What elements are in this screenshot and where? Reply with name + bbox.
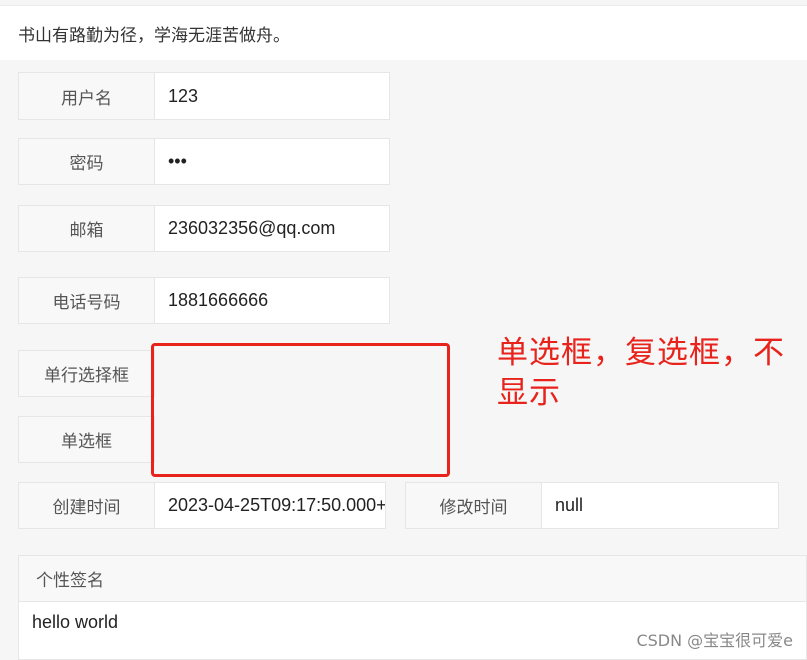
- motto-text: 书山有路勤为径，学海无涯苦做舟。: [18, 26, 290, 46]
- bio-title: 个性签名: [19, 556, 806, 602]
- radio-label: 单选框: [18, 416, 155, 463]
- created-time-field[interactable]: 2023-04-25T09:17:50.000+0: [154, 482, 386, 529]
- username-label: 用户名: [18, 72, 155, 120]
- username-field[interactable]: 123: [154, 72, 390, 120]
- created-time-label: 创建时间: [18, 482, 155, 529]
- phone-label: 电话号码: [18, 277, 155, 324]
- select-label: 单行选择框: [18, 350, 155, 397]
- modified-time-field[interactable]: null: [541, 482, 779, 529]
- watermark: CSDN @宝宝很可爱e: [636, 631, 793, 650]
- annotation-text: 单选框，复选框，不显示: [497, 335, 785, 411]
- password-label: 密码: [18, 138, 155, 185]
- annotation-highlight-box: [151, 343, 450, 477]
- phone-field[interactable]: 1881666666: [154, 277, 390, 324]
- password-field[interactable]: •••: [154, 138, 390, 185]
- top-bar: 书山有路勤为径，学海无涯苦做舟。: [0, 5, 807, 60]
- email-field[interactable]: 236032356@qq.com: [154, 205, 390, 252]
- modified-time-label: 修改时间: [405, 482, 542, 529]
- email-label: 邮箱: [18, 205, 155, 252]
